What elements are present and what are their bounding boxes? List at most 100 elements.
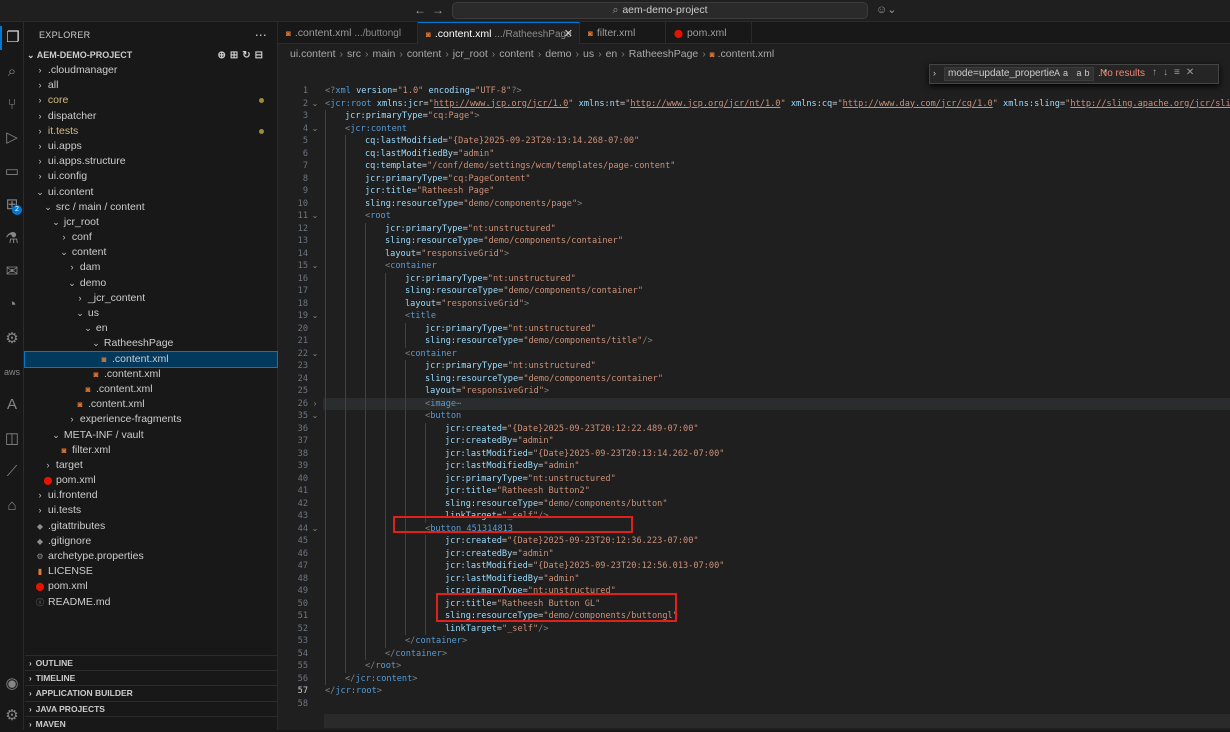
panel-header[interactable]: › JAVA PROJECTS [25,700,278,716]
code-line[interactable]: </jcr:root> [325,685,382,698]
code-line[interactable]: <?xml version="1.0" encoding="UTF-8"?> [325,85,522,98]
extensions-icon[interactable]: ⊞ 2 [0,193,24,217]
find-nav-buttons[interactable]: ↑↓≡✕ [1152,67,1200,78]
code-line[interactable]: jcr:created="{Date}2025-09-23T20:12:36.2… [445,535,699,548]
code-line[interactable]: <container [405,348,457,361]
explorer-icon[interactable]: ❐ [0,26,24,50]
copilot-icon[interactable]: ☺⌄ [876,3,896,16]
code-line[interactable]: jcr:primaryType="cq:Page"> [345,110,480,123]
code-line[interactable]: </container> [385,648,447,661]
fold-chevron-down-icon[interactable]: ⌄ [310,98,320,111]
breadcrumb-item[interactable]: .content.xml [718,48,775,60]
project-root[interactable]: ⌄ AEM-DEMO-PROJECT ⊕⊞↻⊟ [25,48,277,63]
file-item[interactable]: ⓘ README.md [25,595,277,610]
code-line[interactable]: layout="responsiveGrid"> [425,385,549,398]
folder-item[interactable]: › all [25,78,277,93]
folder-item[interactable]: › dispatcher [25,109,277,124]
panel-header[interactable]: › TIMELINE [25,670,278,685]
code-line[interactable]: jcr:title="Ratheesh Button2" [445,485,590,498]
file-item[interactable]: ⚙ archetype.properties [25,549,277,564]
panel-header[interactable]: › OUTLINE [25,655,278,670]
command-center-search[interactable]: ⌕ aem-demo-project [452,2,868,19]
code-line[interactable]: jcr:primaryType="nt:unstructured" [405,273,576,286]
code-line[interactable]: sling:resourceType="demo/components/cont… [385,235,623,248]
code-line[interactable]: cq:lastModified="{Date}2025-09-23T20:13:… [365,135,639,148]
adobe-icon[interactable]: A [0,393,24,417]
breadcrumb-item[interactable]: jcr_root [453,48,488,60]
folder-item[interactable]: › ui.config [25,169,277,184]
file-item[interactable]: ◆ .gitignore [25,534,277,549]
chevron-right-icon[interactable]: › [933,68,936,78]
horizontal-scrollbar[interactable] [324,714,1230,728]
breadcrumb-item[interactable]: src [347,48,361,60]
editor-tab[interactable]: ◙ filter.xml [580,22,666,44]
code-line[interactable]: jcr:lastModified="{Date}2025-09-23T20:12… [445,560,724,573]
code-line[interactable]: jcr:title="Ratheesh Page" [365,185,494,198]
breadcrumb-item[interactable]: content [407,48,441,60]
fold-chevron-down-icon[interactable]: ⌄ [310,123,320,136]
chat-icon[interactable]: ✉ [0,260,24,284]
editor-tab[interactable]: ⬤ pom.xml [666,22,752,44]
folder-item[interactable]: ⌄ demo [25,276,277,291]
forward-arrow-icon[interactable]: → [432,3,444,17]
code-line[interactable]: layout="responsiveGrid"> [405,298,529,311]
fold-chevron-down-icon[interactable]: ⌄ [310,260,320,273]
code-line[interactable]: jcr:primaryType="nt:unstructured" [445,473,616,486]
code-line[interactable]: jcr:createdBy="admin" [445,435,554,448]
folder-item[interactable]: › _jcr_content [25,291,277,306]
github-icon[interactable]: ◔ [0,293,24,317]
file-item[interactable]: ◙ .content.xml [25,382,277,397]
code-line[interactable]: <container [385,260,437,273]
code-line[interactable]: sling:resourceType="demo/components/cont… [405,285,643,298]
code-line[interactable]: <jcr:root xmlns:jcr="http://www.jcp.org/… [325,98,1230,111]
editor-tab[interactable]: ◙ .content.xml .../RatheeshPage ✕ [418,22,580,44]
file-item[interactable]: ◆ .gitattributes [25,519,277,534]
file-item[interactable]: ▮ LICENSE [25,564,277,579]
docker-icon[interactable]: ⚙ [0,327,24,351]
fold-chevron-down-icon[interactable]: ⌄ [310,523,320,536]
breadcrumb-item[interactable]: RatheeshPage [629,48,698,60]
folder-item[interactable]: › target [25,458,277,473]
folder-item[interactable]: ⌄ ui.content [25,185,277,200]
folder-item[interactable]: › ui.apps.structure [25,154,277,169]
code-line[interactable]: jcr:createdBy="admin" [445,548,554,561]
code-line[interactable]: jcr:lastModifiedBy="admin" [445,460,580,473]
fold-chevron-down-icon[interactable]: ⌄ [310,348,320,361]
testing-icon[interactable]: ⚗ [0,227,24,251]
flow-icon[interactable]: ⟋ [0,460,24,484]
run-debug-icon[interactable]: ▷ [0,126,24,150]
explorer-actions[interactable]: ⊕⊞↻⊟ [217,48,267,63]
code-line[interactable]: jcr:lastModifiedBy="admin" [445,573,580,586]
file-item[interactable]: ◙ .content.xml [25,397,277,412]
folder-item[interactable]: ⌄ jcr_root [25,215,277,230]
fold-chevron-down-icon[interactable]: ⌄ [310,310,320,323]
accounts-icon[interactable]: ◉ [0,672,24,696]
folder-item[interactable]: ⌄ META-INF / vault [25,428,277,443]
breadcrumb-item[interactable]: en [606,48,618,60]
code-line[interactable]: layout="responsiveGrid"> [385,248,509,261]
more-actions-icon[interactable]: ⋯ [255,22,267,48]
file-item[interactable]: ⬤ pom.xml [25,579,277,594]
package-icon[interactable]: ⌂ [0,494,24,518]
code-line[interactable]: sling:resourceType="demo/components/butt… [445,498,668,511]
code-line[interactable]: linkTarget="_self"/> [445,623,549,636]
code-line[interactable]: <button [425,410,461,423]
folder-item[interactable]: ⌄ en [25,321,277,336]
code-line[interactable]: </jcr:content> [345,673,417,686]
code-line[interactable]: </root> [365,660,401,673]
source-control-icon[interactable]: ⑂ [0,93,24,117]
folder-item[interactable]: › ui.frontend [25,488,277,503]
code-editor[interactable]: 1 <?xml version="1.0" encoding="UTF-8"?> 2… [278,64,1230,730]
code-line[interactable]: <title [405,310,436,323]
code-line[interactable]: <image⋯ [425,398,461,411]
editor-tab[interactable]: ◙ .content.xml .../buttongl [278,22,418,44]
fold-chevron-right-icon[interactable]: › [310,398,320,411]
close-icon[interactable]: ✕ [564,23,573,45]
code-line[interactable]: jcr:created="{Date}2025-09-23T20:12:22.4… [445,423,699,436]
breadcrumb-item[interactable]: main [373,48,396,60]
file-item[interactable]: ◙ .content.xml [25,367,277,382]
breadcrumb-item[interactable]: ui.content [290,48,336,60]
file-item[interactable]: ⬤ pom.xml [25,473,277,488]
folder-item[interactable]: › ui.tests [25,503,277,518]
folder-item[interactable]: › it.tests [25,124,277,139]
